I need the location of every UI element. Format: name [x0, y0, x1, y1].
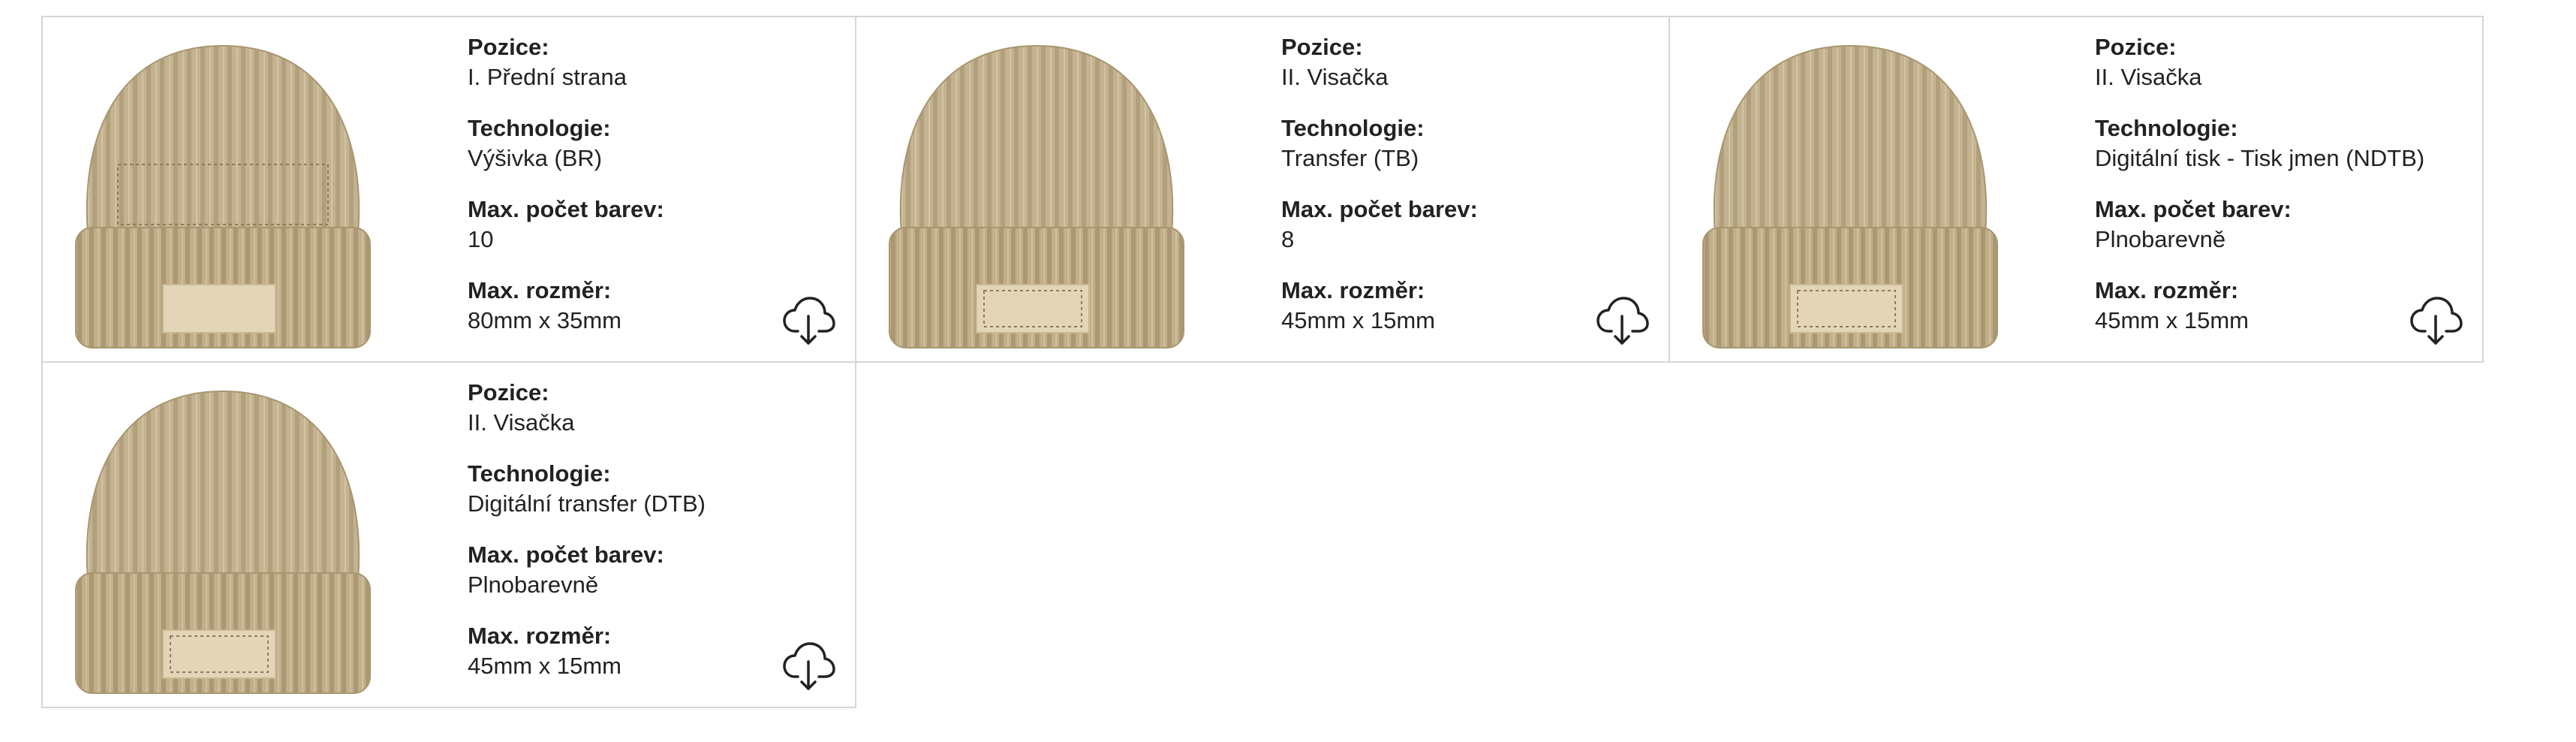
max-colors-label: Max. počet barev: — [2095, 196, 2292, 222]
max-colors-value: Plnobarevně — [2095, 226, 2226, 252]
max-size-label: Max. rozměr: — [468, 277, 612, 303]
max-size-label: Max. rozměr: — [2095, 277, 2239, 303]
technology-label: Technologie: — [468, 115, 611, 141]
technology-value: Transfer (TB) — [1281, 145, 1419, 171]
position-label: Pozice: — [2095, 34, 2177, 60]
print-option-details: Pozice: II. Visačka Technologie: Digitál… — [468, 378, 828, 681]
technology-label: Technologie: — [468, 460, 611, 487]
max-colors-label: Max. počet barev: — [468, 196, 664, 222]
max-size-value: 80mm x 35mm — [468, 307, 621, 333]
beanie-label-image — [1693, 31, 2008, 355]
position-label: Pozice: — [1281, 34, 1363, 60]
print-option-details: Pozice: I. Přední strana Technologie: Vý… — [468, 32, 828, 336]
position-label: Pozice: — [468, 379, 549, 406]
max-colors-value: 10 — [468, 226, 494, 252]
position-value: II. Visačka — [1281, 64, 1389, 90]
print-option-card: Pozice: II. Visačka Technologie: Digitál… — [1669, 16, 2484, 363]
position-value: I. Přední strana — [468, 64, 627, 90]
max-colors-value: Plnobarevně — [468, 572, 599, 598]
cloud-download-icon[interactable] — [1595, 294, 1649, 348]
cloud-download-icon[interactable] — [781, 639, 835, 693]
position-value: II. Visačka — [468, 409, 575, 436]
cloud-download-icon[interactable] — [781, 294, 835, 348]
position-value: II. Visačka — [2095, 64, 2202, 90]
print-option-card: Pozice: II. Visačka Technologie: Transfe… — [855, 16, 1670, 363]
print-options-grid: Pozice: I. Přední strana Technologie: Vý… — [41, 16, 2484, 708]
technology-value: Digitální tisk - Tisk jmen (NDTB) — [2095, 145, 2425, 171]
max-colors-label: Max. počet barev: — [468, 541, 664, 568]
beanie-label-image — [65, 376, 381, 701]
max-size-label: Max. rozměr: — [468, 623, 612, 649]
technology-label: Technologie: — [2095, 115, 2238, 141]
print-option-details: Pozice: II. Visačka Technologie: Digitál… — [2095, 32, 2455, 336]
max-size-label: Max. rozměr: — [1281, 277, 1425, 303]
max-size-value: 45mm x 15mm — [468, 653, 621, 679]
max-colors-label: Max. počet barev: — [1281, 196, 1478, 222]
print-option-card: Pozice: I. Přední strana Technologie: Vý… — [41, 16, 856, 363]
beanie-label-image — [879, 31, 1194, 355]
technology-value: Výšivka (BR) — [468, 145, 603, 171]
beanie-front-image — [65, 31, 381, 355]
max-size-value: 45mm x 15mm — [1281, 307, 1435, 333]
technology-label: Technologie: — [1281, 115, 1425, 141]
max-size-value: 45mm x 15mm — [2095, 307, 2249, 333]
print-option-details: Pozice: II. Visačka Technologie: Transfe… — [1281, 32, 1642, 336]
print-option-card: Pozice: II. Visačka Technologie: Digitál… — [41, 361, 856, 708]
position-label: Pozice: — [468, 34, 549, 60]
technology-value: Digitální transfer (DTB) — [468, 490, 706, 517]
cloud-download-icon[interactable] — [2409, 294, 2463, 348]
max-colors-value: 8 — [1281, 226, 1295, 252]
